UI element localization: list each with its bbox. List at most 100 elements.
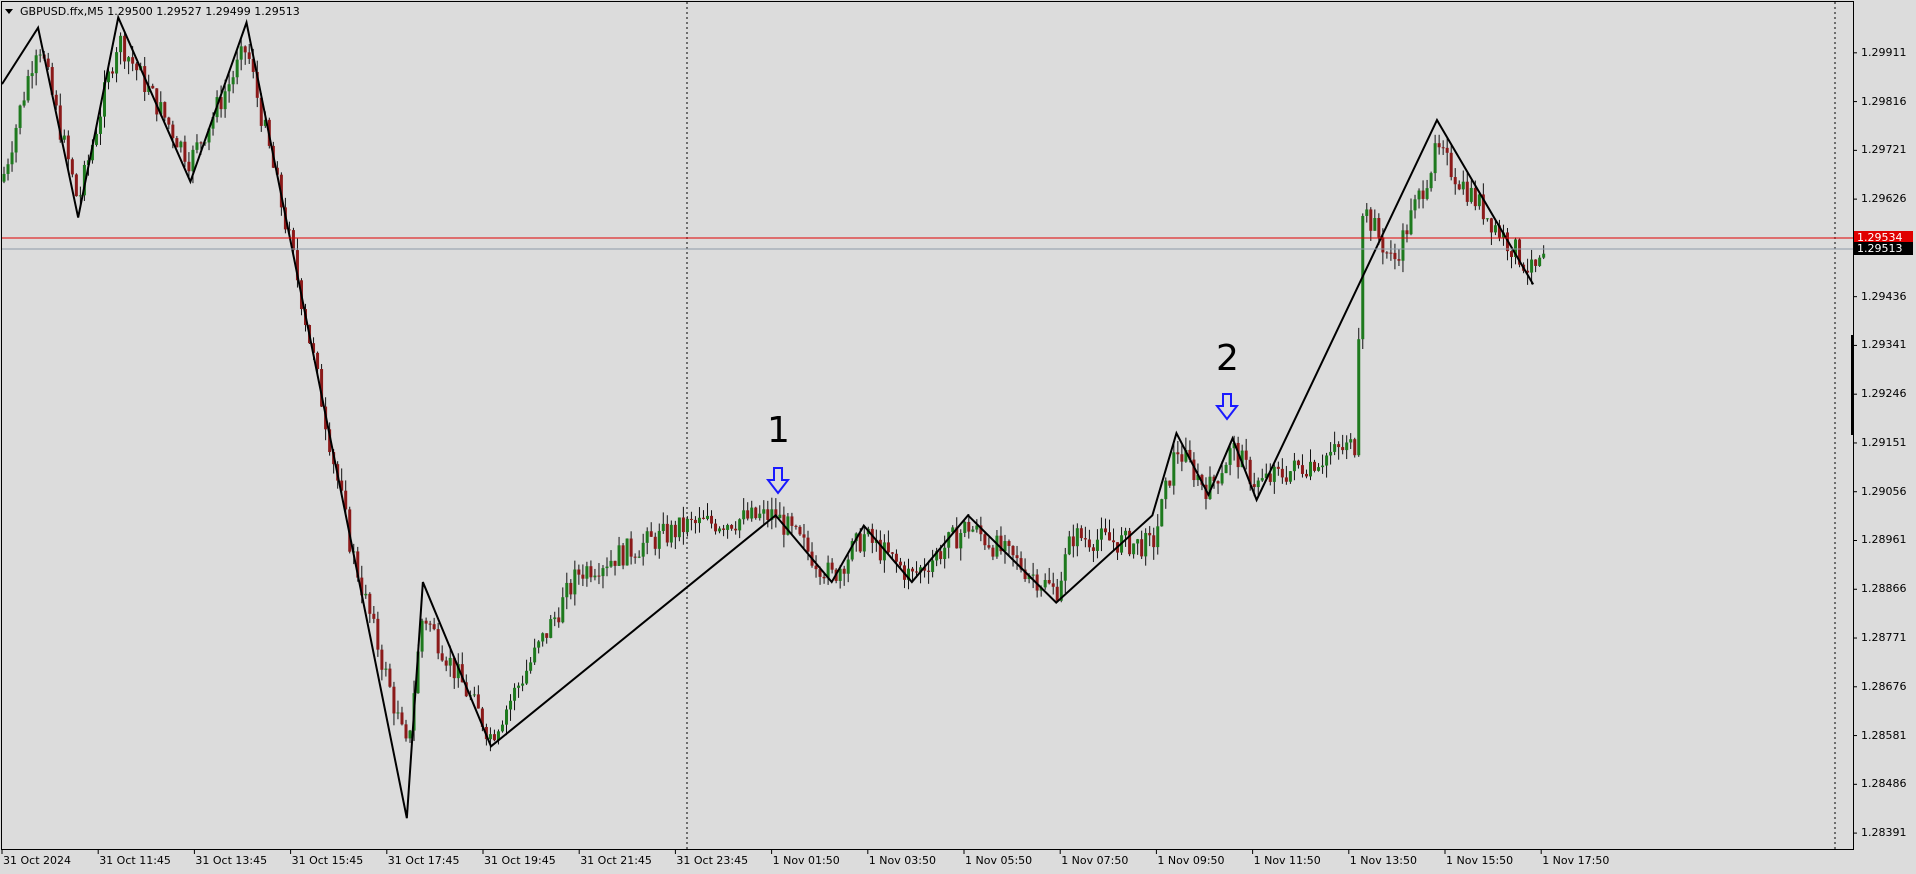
bear-candle [1369, 209, 1373, 231]
bear-candle [1341, 447, 1345, 451]
bull-candle [1228, 448, 1232, 465]
bull-candle [1164, 480, 1168, 500]
bear-candle [1047, 579, 1051, 584]
bear-candle [444, 660, 448, 666]
bear-candle [1300, 465, 1304, 474]
bull-candle [1272, 466, 1276, 482]
bull-candle [1099, 528, 1103, 540]
bull-candle [26, 76, 30, 101]
bull-candle [448, 657, 452, 666]
bear-candle [1457, 184, 1461, 190]
bear-candle [830, 562, 834, 570]
bear-candle [1453, 177, 1457, 185]
bear-candle [1473, 187, 1477, 207]
bull-candle [1256, 480, 1260, 488]
bear-candle [1389, 252, 1393, 254]
bear-candle [175, 138, 179, 148]
time-tick-label: 1 Nov 11:50 [1253, 854, 1321, 867]
time-tick-label: 1 Nov 13:50 [1349, 854, 1417, 867]
bear-candle [734, 528, 738, 531]
bull-candle [726, 525, 730, 530]
bull-candle [227, 84, 231, 92]
bull-candle [963, 521, 967, 533]
bear-candle [1393, 252, 1397, 260]
bull-candle [18, 105, 22, 128]
bull-candle [223, 91, 227, 110]
bear-candle [380, 649, 384, 670]
bear-candle [1405, 230, 1409, 235]
bear-candle [171, 124, 175, 139]
bear-candle [621, 545, 625, 566]
bear-candle [1304, 473, 1308, 477]
bull-candle [521, 683, 525, 686]
price-chart[interactable] [0, 0, 1916, 874]
bear-candle [886, 542, 890, 553]
bear-candle [243, 46, 247, 53]
bull-candle [1317, 467, 1321, 471]
time-tick-label: 31 Oct 23:45 [676, 854, 749, 867]
bear-candle [1437, 143, 1441, 148]
bull-candle [1224, 464, 1228, 474]
bear-candle [701, 517, 705, 519]
bear-candle [681, 517, 685, 533]
bull-candle [931, 560, 935, 572]
bull-candle [605, 566, 609, 569]
bull-candle [846, 559, 850, 574]
bull-candle [1538, 257, 1542, 266]
bull-candle [1530, 259, 1534, 273]
bull-candle [750, 507, 754, 519]
bull-candle [762, 509, 766, 514]
bull-candle [1542, 253, 1546, 258]
bull-candle [1401, 230, 1405, 261]
bull-candle [943, 547, 947, 560]
header-triangle-icon[interactable] [5, 9, 13, 14]
bull-candle [617, 545, 621, 566]
bull-candle [1413, 199, 1417, 211]
bear-candle [1015, 555, 1019, 559]
bull-candle [637, 556, 641, 558]
price-tick-label: 1.29911 [1861, 45, 1907, 59]
bull-candle [758, 513, 762, 519]
bear-candle [1353, 439, 1357, 456]
bear-candle [927, 570, 931, 572]
bull-candle [1321, 465, 1325, 468]
bull-candle [1124, 530, 1128, 536]
bear-candle [1381, 237, 1385, 253]
bear-candle [1397, 259, 1401, 261]
bear-candle [689, 518, 693, 520]
bull-candle [742, 510, 746, 520]
bull-candle [62, 135, 66, 140]
bear-candle [730, 525, 734, 529]
bear-candle [1284, 477, 1288, 482]
bull-candle [1136, 539, 1140, 544]
time-tick-label: 31 Oct 19:45 [484, 854, 556, 867]
bull-candle [119, 35, 123, 53]
bull-candle [488, 734, 492, 740]
bear-candle [1091, 547, 1095, 551]
bear-candle [66, 135, 70, 160]
bull-candle [1031, 574, 1035, 576]
bull-candle [738, 519, 742, 531]
bull-candle [179, 141, 183, 148]
bull-candle [525, 670, 529, 684]
bear-candle [915, 571, 919, 573]
chart-window[interactable]: GBPUSD.ffx,M5 1.29500 1.29527 1.29499 1.… [0, 0, 1916, 874]
bull-candle [593, 575, 597, 578]
bull-candle [669, 524, 673, 543]
bear-candle [199, 142, 203, 144]
price-tick-label: 1.28771 [1861, 631, 1907, 645]
bear-candle [436, 629, 440, 654]
bear-candle [74, 174, 78, 197]
bull-candle [2, 173, 6, 182]
bear-candle [1176, 452, 1180, 455]
bear-candle [1180, 454, 1184, 462]
bull-candle [1333, 444, 1337, 452]
bear-candle [939, 551, 943, 560]
bear-candle [404, 724, 408, 739]
bull-candle [1469, 187, 1473, 202]
bull-candle [34, 55, 38, 74]
bear-candle [183, 141, 187, 162]
bull-candle [1329, 451, 1333, 456]
bull-candle [573, 569, 577, 595]
bear-candle [46, 58, 50, 68]
